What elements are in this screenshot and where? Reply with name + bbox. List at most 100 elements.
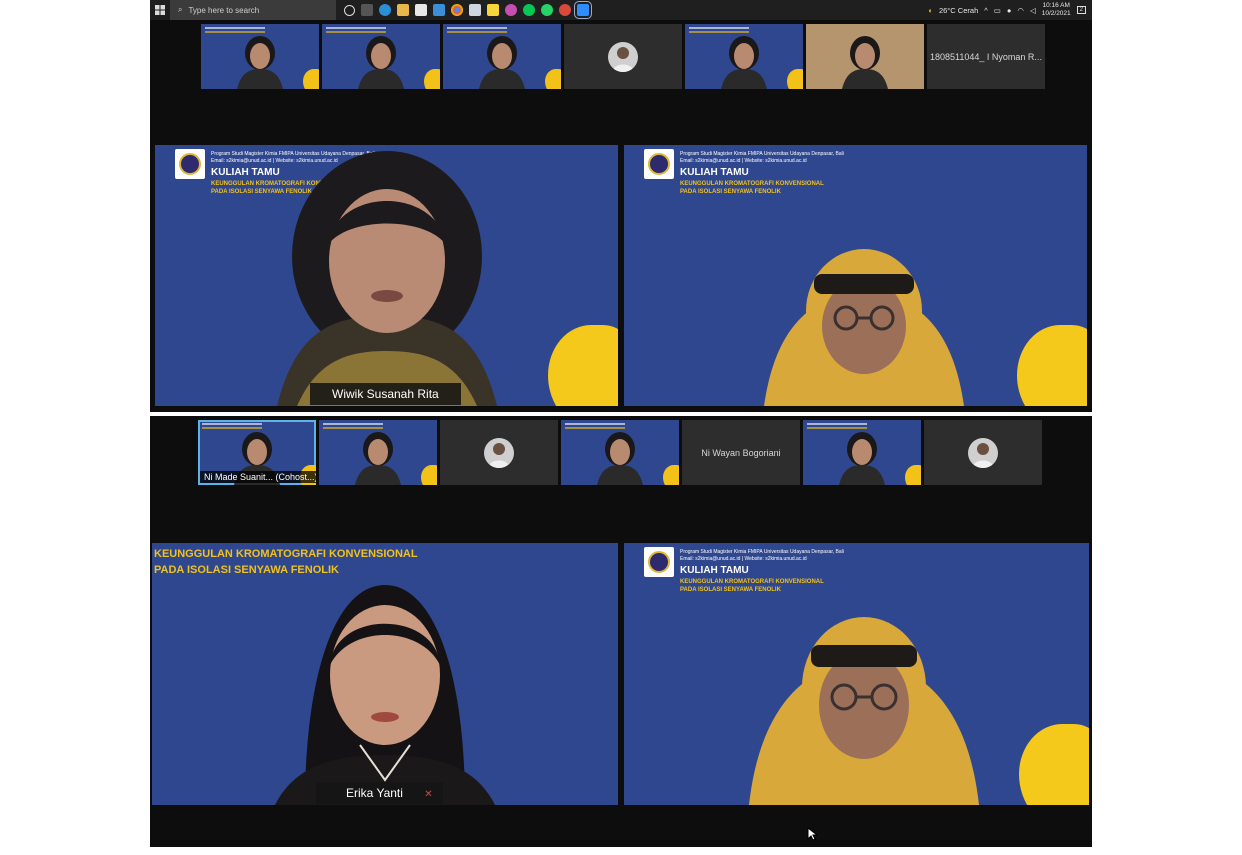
slide-subtitle-line1: KEUNGGULAN KROMATOGRAFI KONVENSIONAL [680, 579, 824, 585]
participant-strip: 1808511044_ I Nyoman R... [201, 24, 1045, 89]
participant-thumbnail[interactable] [319, 420, 437, 485]
decorative-blob [787, 69, 803, 89]
taskbar-apps [344, 1, 592, 19]
participant-name-label: Erika Yanti ✕ [316, 782, 443, 804]
participant-video-figure [764, 249, 964, 406]
university-logo-icon [175, 149, 205, 179]
video-tile-participant[interactable]: Program Studi Magister Kimia FMIPA Unive… [624, 145, 1087, 406]
slide-subtitle-line1: KEUNGGULAN KROMATOGRAFI KONVENSIONAL [680, 181, 824, 187]
microphone-icon[interactable]: ● [1007, 6, 1012, 15]
line-icon[interactable] [523, 4, 535, 16]
video-tile-participant[interactable]: Program Studi Magister Kimia FMIPA Unive… [624, 543, 1089, 805]
photos-icon[interactable] [505, 4, 517, 16]
mouse-cursor-icon [807, 827, 817, 841]
bottom-screenshot: Ni Made Suanit... (Cohost...) Ni Wayan Bo… [150, 416, 1092, 847]
profile-photo-icon [972, 442, 994, 468]
avatar [968, 437, 998, 468]
decorative-blob [548, 325, 618, 406]
participant-thumbnail[interactable] [322, 24, 440, 89]
decorative-blob [1019, 724, 1089, 805]
participant-thumbnail[interactable] [564, 24, 682, 89]
search-placeholder: Type here to search [188, 5, 260, 15]
participant-thumbnail[interactable] [440, 420, 558, 485]
participant-video-figure [839, 432, 885, 485]
decorative-blob [905, 465, 921, 485]
decorative-blob [421, 465, 437, 485]
slide-subtitle-line2: PADA ISOLASI SENYAWA FENOLIK [680, 587, 781, 593]
decorative-blob [545, 69, 561, 89]
avatar [608, 41, 638, 72]
participant-thumbnail[interactable] [924, 420, 1042, 485]
clock[interactable]: 10:16 AM 10/2/2021 [1042, 2, 1071, 18]
participant-video-figure [721, 36, 767, 89]
start-button[interactable] [150, 0, 170, 20]
edge-icon[interactable] [379, 4, 391, 16]
profile-photo-icon [612, 46, 634, 72]
participant-video-figure [358, 36, 404, 89]
taskbar-search-box[interactable]: ⌕ Type here to search [170, 0, 336, 20]
decorative-blob [303, 69, 319, 89]
whatsapp-icon[interactable] [541, 4, 553, 16]
participant-video-figure [597, 432, 643, 485]
muted-microphone-icon: ✕ [424, 789, 433, 800]
windows-icon [155, 5, 165, 15]
weather-icon: ◐ [928, 5, 933, 15]
battery-icon[interactable]: ▭ [994, 6, 1001, 15]
weather-text[interactable]: 26°C Cerah [939, 6, 978, 15]
mail-icon[interactable] [433, 4, 445, 16]
participant-thumbnail[interactable]: Ni Made Suanit... (Cohost...) [198, 420, 316, 485]
participant-name: Erika Yanti [346, 786, 403, 800]
system-tray: ◐ 26°C Cerah ^ ▭ ● ◠ ◁ 10:16 AM 10/2/202… [928, 2, 1092, 18]
participant-name-tag: Ni Made Suanit... (Cohost...) [200, 471, 316, 483]
participant-strip: Ni Made Suanit... (Cohost...) Ni Wayan Bo… [198, 420, 1042, 485]
profile-photo-icon [488, 442, 510, 468]
video-tile-speaker[interactable]: KEUNGGULAN KROMATOGRAFI KONVENSIONAL PAD… [152, 543, 618, 805]
university-logo-icon [644, 547, 674, 577]
participant-thumbnail[interactable] [443, 24, 561, 89]
clock-time: 10:16 AM [1042, 2, 1070, 9]
participant-thumbnail[interactable] [806, 24, 924, 89]
file-explorer-icon[interactable] [397, 4, 409, 16]
top-screenshot: ⌕ Type here to search ◐ 26°C Cerah ^ ▭ ● [150, 0, 1092, 412]
search-icon: ⌕ [178, 5, 183, 14]
university-logo-icon [644, 149, 674, 179]
cortana-icon[interactable] [344, 4, 355, 16]
store-icon[interactable] [415, 4, 427, 16]
slide-subtitle-line1: KEUNGGULAN KROMATOGRAFI KONVENSIONAL [154, 548, 418, 560]
email-text: Email: s2kimia@unud.ac.id | Website: s2k… [680, 158, 807, 164]
slide-subtitle-line2: PADA ISOLASI SENYAWA FENOLIK [680, 189, 781, 195]
participant-thumbnail[interactable] [561, 420, 679, 485]
participant-video-figure [237, 36, 283, 89]
participant-name-label: Wiwik Susanah Rita [310, 383, 461, 405]
email-text: Email: s2kimia@unud.ac.id | Website: s2k… [680, 556, 807, 562]
sticky-notes-icon[interactable] [487, 4, 499, 16]
decorative-blob [1017, 325, 1087, 406]
participant-name-text: 1808511044_ I Nyoman R... [930, 51, 1042, 62]
participant-thumbnail[interactable] [201, 24, 319, 89]
participant-video-figure [749, 617, 979, 805]
participant-video-figure [355, 432, 401, 485]
notification-icon[interactable]: 2 [1076, 6, 1086, 14]
decorative-blob [424, 69, 440, 89]
participant-thumbnail[interactable] [803, 420, 921, 485]
participant-video-figure [479, 36, 525, 89]
chevron-up-icon[interactable]: ^ [984, 6, 988, 15]
chrome-profile-icon[interactable] [559, 4, 571, 16]
video-tile-speaker[interactable]: Program Studi Magister Kimia FMIPA Unive… [155, 145, 618, 406]
wifi-icon[interactable]: ◠ [1017, 6, 1024, 15]
zoom-icon[interactable] [574, 1, 592, 19]
participant-video-figure [842, 36, 888, 89]
feather-icon[interactable] [469, 4, 481, 16]
clock-date: 10/2/2021 [1041, 10, 1071, 17]
participant-video-figure [275, 585, 495, 805]
participant-thumbnail[interactable]: Ni Wayan Bogoriani [682, 420, 800, 485]
participant-name-text: Ni Wayan Bogoriani [701, 447, 781, 458]
participant-video-figure [276, 151, 497, 406]
slide-title: KULIAH TAMU [680, 565, 749, 576]
org-text: Program Studi Magister Kimia FMIPA Unive… [680, 549, 844, 555]
volume-icon[interactable]: ◁ [1030, 6, 1036, 15]
participant-thumbnail[interactable] [685, 24, 803, 89]
chrome-icon[interactable] [451, 4, 463, 16]
task-view-icon[interactable] [361, 4, 373, 16]
participant-thumbnail[interactable]: 1808511044_ I Nyoman R... [927, 24, 1045, 89]
